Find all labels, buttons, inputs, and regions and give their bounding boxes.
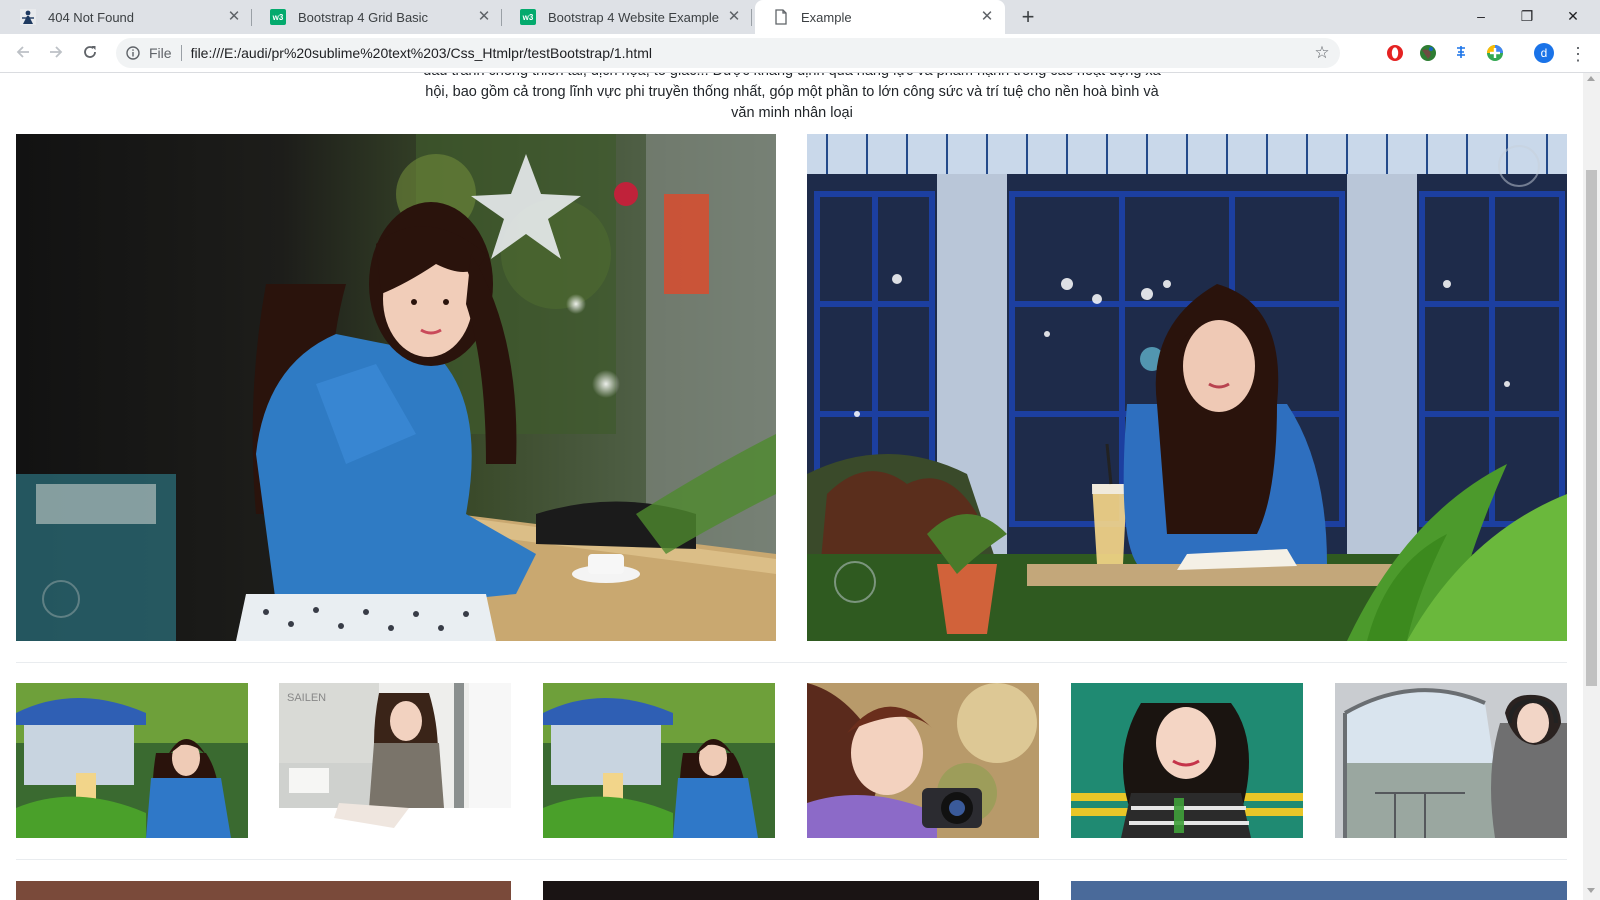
star-icon[interactable]: ☆ — [1310, 41, 1334, 65]
globe-icon[interactable] — [1419, 44, 1437, 62]
user-icon — [20, 9, 36, 25]
back-button[interactable] — [11, 42, 35, 66]
url-text[interactable]: file:///E:/audi/pr%20sublime%20text%203/… — [191, 45, 1310, 61]
svg-text:SAILEN: SAILEN — [287, 692, 326, 704]
page-viewport: đấu tranh chống thiên tai, địch họa, tố … — [0, 73, 1583, 900]
next-row-photo-2[interactable] — [543, 881, 1039, 900]
info-icon[interactable] — [125, 45, 141, 61]
tab-title: Example — [801, 9, 852, 25]
section-divider — [16, 662, 1567, 663]
more-options-icon[interactable]: ⋮ — [1568, 43, 1588, 65]
new-tab-button[interactable]: + — [1016, 6, 1040, 28]
tab-404-not-found[interactable]: 404 Not Found ✕ — [2, 0, 252, 34]
arrow-right-icon — [48, 44, 64, 65]
restore-button[interactable]: ❐ — [1504, 0, 1550, 32]
thumb-blue-umbrella-2-photo[interactable] — [543, 683, 775, 838]
thumb-camera-girl-photo[interactable] — [807, 683, 1039, 838]
section-divider — [16, 859, 1567, 860]
next-row-photo-1[interactable] — [16, 881, 511, 900]
intro-line: hội, bao gồm cả trong lĩnh vực phi truyề… — [425, 84, 1159, 100]
thumb-green-wall-photo[interactable] — [1071, 683, 1303, 838]
translate-icon[interactable] — [1453, 44, 1471, 62]
scroll-up-arrow-icon[interactable] — [1587, 76, 1595, 81]
thumb-helicopter-photo[interactable] — [1335, 683, 1567, 838]
tab-bootstrap-website-example[interactable]: w3 Bootstrap 4 Website Example ✕ — [502, 0, 752, 34]
browser-toolbar: File file:///E:/audi/pr%20sublime%20text… — [0, 34, 1600, 73]
w3schools-icon: w3 — [520, 9, 536, 25]
scroll-down-arrow-icon[interactable] — [1587, 888, 1595, 893]
tab-example[interactable]: Example ✕ — [755, 0, 1005, 34]
tab-strip: 404 Not Found ✕ w3 Bootstrap 4 Grid Basi… — [0, 0, 1600, 34]
forward-button[interactable] — [44, 42, 68, 66]
intro-line: văn minh nhân loại — [731, 105, 853, 121]
intro-line: đấu tranh chống thiên tai, địch họa, tố … — [395, 73, 1189, 82]
opera-icon[interactable] — [1386, 44, 1404, 62]
profile-avatar[interactable]: d — [1534, 43, 1554, 63]
tab-title: 404 Not Found — [48, 9, 135, 25]
girl-reading-window-photo[interactable] — [807, 134, 1567, 641]
close-icon[interactable]: ✕ — [979, 9, 995, 25]
w3schools-icon: w3 — [270, 9, 286, 25]
minimize-button[interactable]: – — [1458, 0, 1504, 32]
thumb-kitchen-sweater-photo[interactable]: SAILEN — [279, 683, 511, 838]
close-icon[interactable]: ✕ — [226, 9, 242, 25]
next-row-photo-3[interactable] — [1071, 881, 1567, 900]
tab-bootstrap-grid-basic[interactable]: w3 Bootstrap 4 Grid Basic ✕ — [252, 0, 502, 34]
arrow-left-icon — [15, 44, 31, 65]
scrollbar-thumb[interactable] — [1586, 170, 1597, 686]
scheme-label: File — [149, 45, 172, 61]
tab-title: Bootstrap 4 Website Example — [548, 9, 720, 25]
intro-paragraph: đấu tranh chống thiên tai, địch họa, tố … — [395, 73, 1189, 124]
tab-title: Bootstrap 4 Grid Basic — [298, 9, 429, 25]
reload-button[interactable] — [78, 42, 102, 66]
thumb-blue-umbrella-photo[interactable] — [16, 683, 248, 838]
close-icon[interactable]: ✕ — [476, 9, 492, 25]
address-divider — [180, 45, 182, 61]
plus-icon[interactable] — [1486, 44, 1504, 62]
girl-cafe-table-photo[interactable] — [16, 134, 776, 641]
address-bar[interactable]: File file:///E:/audi/pr%20sublime%20text… — [116, 38, 1340, 68]
close-icon[interactable]: ✕ — [726, 9, 742, 25]
page-icon — [773, 9, 789, 25]
reload-icon — [82, 44, 98, 65]
close-window-button[interactable]: ✕ — [1550, 0, 1596, 32]
